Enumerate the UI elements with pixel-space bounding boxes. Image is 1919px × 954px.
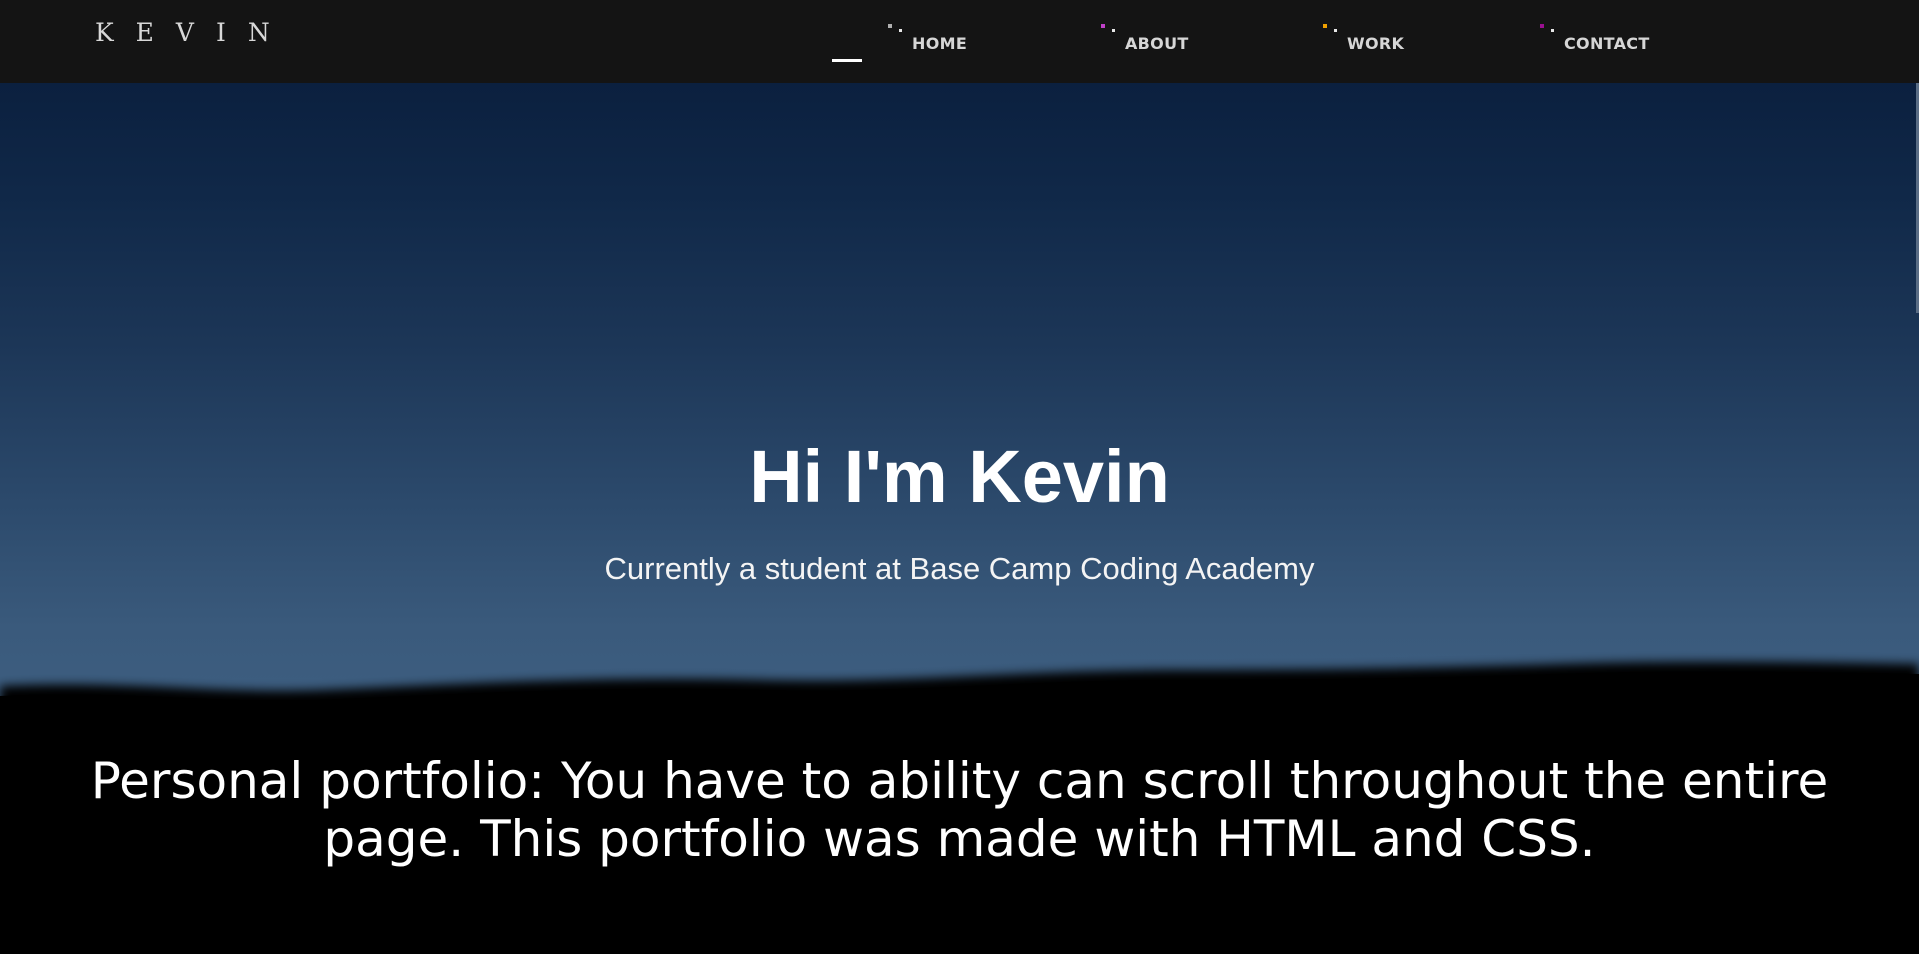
hero-section bbox=[0, 83, 1919, 703]
nav-about-link[interactable]: ABOUT bbox=[1125, 34, 1189, 53]
active-nav-indicator bbox=[832, 59, 862, 62]
hero-title: Hi I'm Kevin bbox=[749, 435, 1170, 518]
nav-dots-contact-icon bbox=[1540, 24, 1560, 36]
horizon-silhouette bbox=[0, 661, 1919, 750]
nav-work-link[interactable]: WORK bbox=[1347, 34, 1404, 53]
hero-subtitle: Currently a student at Base Camp Coding … bbox=[604, 551, 1315, 586]
nav-home-link[interactable]: HOME bbox=[912, 34, 967, 53]
nav-contact-link[interactable]: CONTACT bbox=[1564, 34, 1650, 53]
nav-dots-work-icon bbox=[1323, 24, 1343, 36]
portfolio-page: KEVIN HOME ABOUT WORK CONTACT Hi I'm Kev… bbox=[0, 0, 1919, 954]
navbar: KEVIN HOME ABOUT WORK CONTACT bbox=[0, 0, 1919, 83]
brand-logo[interactable]: KEVIN bbox=[95, 18, 292, 47]
nav-dots-about-icon bbox=[1101, 24, 1121, 36]
nav-dots-home-icon bbox=[888, 24, 908, 36]
portfolio-description: Personal portfolio: You have to ability … bbox=[90, 752, 1829, 868]
